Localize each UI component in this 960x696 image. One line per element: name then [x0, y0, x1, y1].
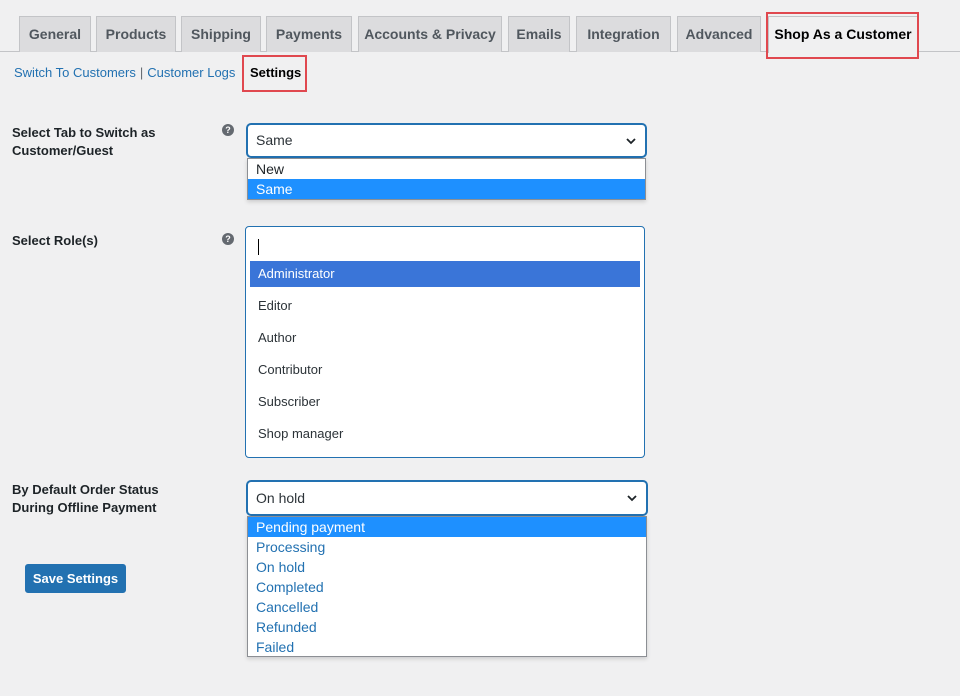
tab-products[interactable]: Products — [96, 16, 176, 52]
order-status-option-cancelled[interactable]: Cancelled — [248, 597, 646, 617]
order-status-option-on-hold[interactable]: On hold — [248, 557, 646, 577]
tab-shipping[interactable]: Shipping — [181, 16, 261, 52]
order-status-label: By Default Order Status During Offline P… — [12, 481, 159, 517]
switch-tab-label: Select Tab to Switch as Customer/Guest — [12, 124, 156, 160]
role-option-shop-manager[interactable]: Shop manager — [250, 421, 640, 447]
order-status-option-completed[interactable]: Completed — [248, 577, 646, 597]
save-settings-button[interactable]: Save Settings — [25, 564, 126, 593]
order-status-select-value: On hold — [256, 490, 306, 506]
tab-general[interactable]: General — [19, 16, 91, 52]
roles-search-input[interactable] — [250, 231, 640, 259]
role-option-subscriber[interactable]: Subscriber — [250, 389, 640, 415]
switch-tab-label-line2: Customer/Guest — [12, 143, 114, 158]
help-icon[interactable]: ? — [222, 124, 234, 136]
tab-integration[interactable]: Integration — [576, 16, 671, 52]
order-status-select[interactable]: On hold — [247, 481, 647, 515]
role-option-author[interactable]: Author — [250, 325, 640, 351]
customer-logs-link[interactable]: Customer Logs — [147, 65, 235, 80]
switch-tab-select[interactable]: Same — [247, 124, 646, 157]
order-status-label-line2: During Offline Payment — [12, 500, 157, 515]
subnav-separator: | — [139, 65, 144, 80]
chevron-down-icon — [626, 137, 636, 144]
roles-multiselect: Administrator Editor Author Contributor … — [245, 226, 645, 458]
switch-tab-option-new[interactable]: New — [248, 159, 645, 179]
order-status-option-failed[interactable]: Failed — [248, 637, 646, 657]
switch-to-customers-link[interactable]: Switch To Customers — [14, 65, 136, 80]
order-status-label-line1: By Default Order Status — [12, 482, 159, 497]
switch-tab-option-same[interactable]: Same — [248, 179, 645, 199]
help-icon[interactable]: ? — [222, 233, 234, 245]
order-status-option-pending-payment[interactable]: Pending payment — [248, 517, 646, 537]
switch-tab-label-line1: Select Tab to Switch as — [12, 125, 156, 140]
role-option-contributor[interactable]: Contributor — [250, 357, 640, 383]
chevron-down-icon — [627, 495, 637, 502]
role-option-editor[interactable]: Editor — [250, 293, 640, 319]
roles-label: Select Role(s) — [12, 233, 98, 248]
tab-emails[interactable]: Emails — [508, 16, 570, 52]
sub-navigation: Switch To Customers | Customer Logs — [14, 64, 235, 82]
tab-shop-as-customer[interactable]: Shop As a Customer — [768, 16, 918, 53]
text-cursor — [258, 239, 259, 255]
settings-tab-bar: General Products Shipping Payments Accou… — [0, 0, 960, 53]
role-option-administrator[interactable]: Administrator — [250, 261, 640, 287]
switch-tab-dropdown: New Same — [247, 158, 646, 200]
order-status-option-refunded[interactable]: Refunded — [248, 617, 646, 637]
order-status-option-processing[interactable]: Processing — [248, 537, 646, 557]
tab-payments[interactable]: Payments — [266, 16, 352, 52]
tab-advanced[interactable]: Advanced — [677, 16, 761, 52]
settings-link[interactable]: Settings — [250, 64, 301, 82]
switch-tab-select-value: Same — [256, 132, 293, 148]
order-status-dropdown: Pending payment Processing On hold Compl… — [247, 516, 647, 657]
tab-accounts-privacy[interactable]: Accounts & Privacy — [358, 16, 502, 52]
